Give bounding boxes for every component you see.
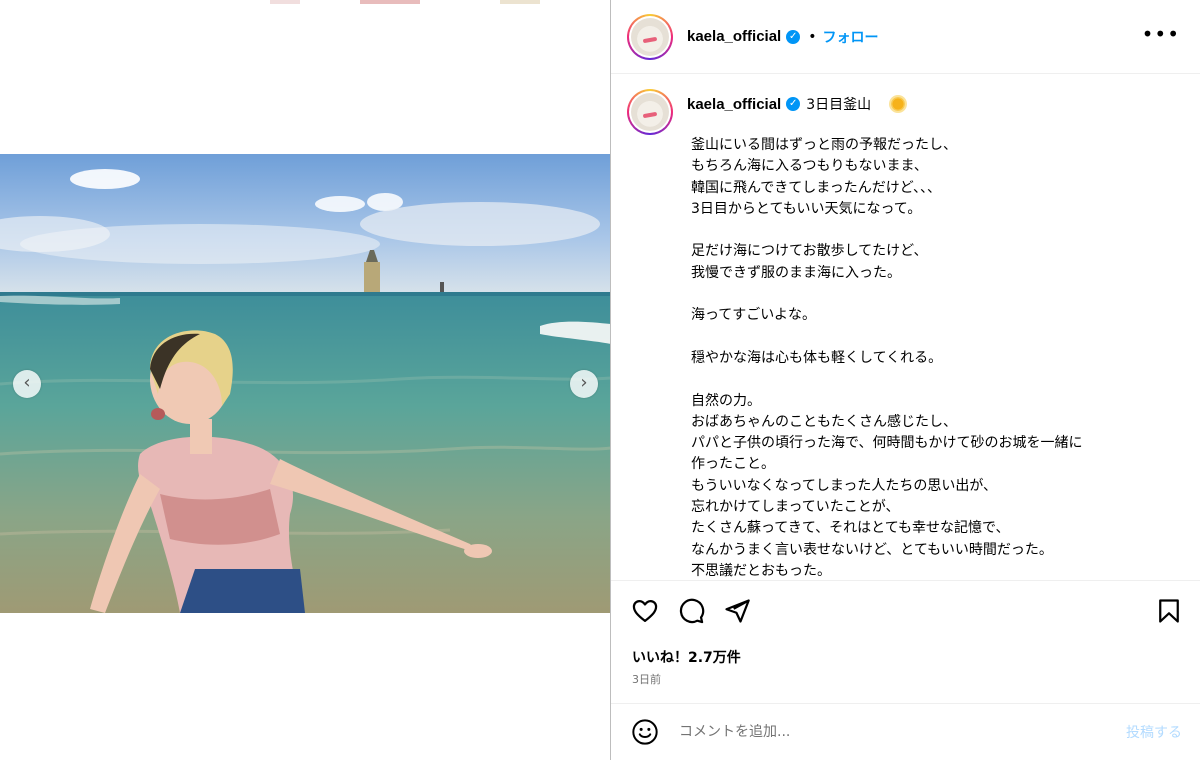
bookmark-icon bbox=[1159, 599, 1179, 623]
actions-divider bbox=[611, 580, 1200, 581]
next-slide-button[interactable]: › bbox=[570, 370, 598, 398]
caption-title: 3日目釜山 bbox=[806, 97, 872, 113]
avatar-image bbox=[631, 17, 669, 56]
post-details-panel: kaela_official ✓ • フォロー ••• kaela_offici… bbox=[611, 0, 1200, 760]
post-comment-button[interactable]: 投稿する bbox=[1126, 722, 1182, 742]
header-separator: • bbox=[808, 28, 817, 45]
like-button[interactable] bbox=[631, 597, 661, 627]
comment-bar: 投稿する bbox=[611, 704, 1200, 760]
caption-text: 釜山にいる間はずっと雨の予報だったし、 もちろん海に入るつもりもないまま、 韓国… bbox=[691, 137, 1083, 579]
like-count[interactable]: いいね！2.7万件 bbox=[632, 647, 741, 667]
post-timestamp[interactable]: 3日前 bbox=[632, 671, 661, 687]
avatar-inner bbox=[629, 15, 671, 58]
emoji-icon[interactable] bbox=[631, 718, 659, 746]
previous-slide-button[interactable]: ‹ bbox=[13, 370, 41, 398]
follow-button[interactable]: フォロー bbox=[822, 27, 878, 47]
action-bar bbox=[611, 597, 1200, 629]
verified-badge-icon: ✓ bbox=[786, 29, 801, 44]
heart-icon bbox=[632, 599, 658, 623]
comment-icon bbox=[679, 598, 705, 624]
chevron-right-icon: › bbox=[580, 372, 588, 393]
comment-input[interactable] bbox=[679, 724, 1089, 740]
sun-emoji-icon bbox=[891, 97, 906, 111]
verified-badge-icon: ✓ bbox=[786, 97, 801, 111]
caption-header: kaela_official ✓ 3日目釜山 bbox=[627, 89, 906, 135]
caption-meta: kaela_official ✓ 3日目釜山 bbox=[687, 94, 906, 114]
caption-avatar-inner bbox=[629, 91, 671, 133]
avatar[interactable] bbox=[627, 13, 673, 60]
share-button[interactable] bbox=[723, 597, 753, 627]
caption-area: kaela_official ✓ 3日目釜山 釜山にいる間はずっと雨の予報だった… bbox=[611, 75, 1200, 580]
caption-avatar[interactable] bbox=[627, 89, 673, 135]
comment-button[interactable] bbox=[677, 597, 707, 627]
chevron-left-icon: ‹ bbox=[23, 372, 31, 393]
post-media: ‹ › bbox=[0, 0, 611, 760]
previous-image-edge bbox=[0, 0, 611, 4]
beach-photo[interactable] bbox=[0, 154, 611, 613]
more-icon[interactable]: ••• bbox=[1142, 24, 1180, 44]
beach-photo-illustration bbox=[0, 154, 611, 613]
share-icon bbox=[725, 599, 750, 623]
save-button[interactable] bbox=[1155, 597, 1185, 627]
post-header: kaela_official ✓ • フォロー ••• bbox=[611, 0, 1200, 74]
header-username[interactable]: kaela_official bbox=[687, 28, 781, 45]
caption-username[interactable]: kaela_official bbox=[687, 96, 781, 113]
caption-avatar-image bbox=[631, 93, 669, 131]
